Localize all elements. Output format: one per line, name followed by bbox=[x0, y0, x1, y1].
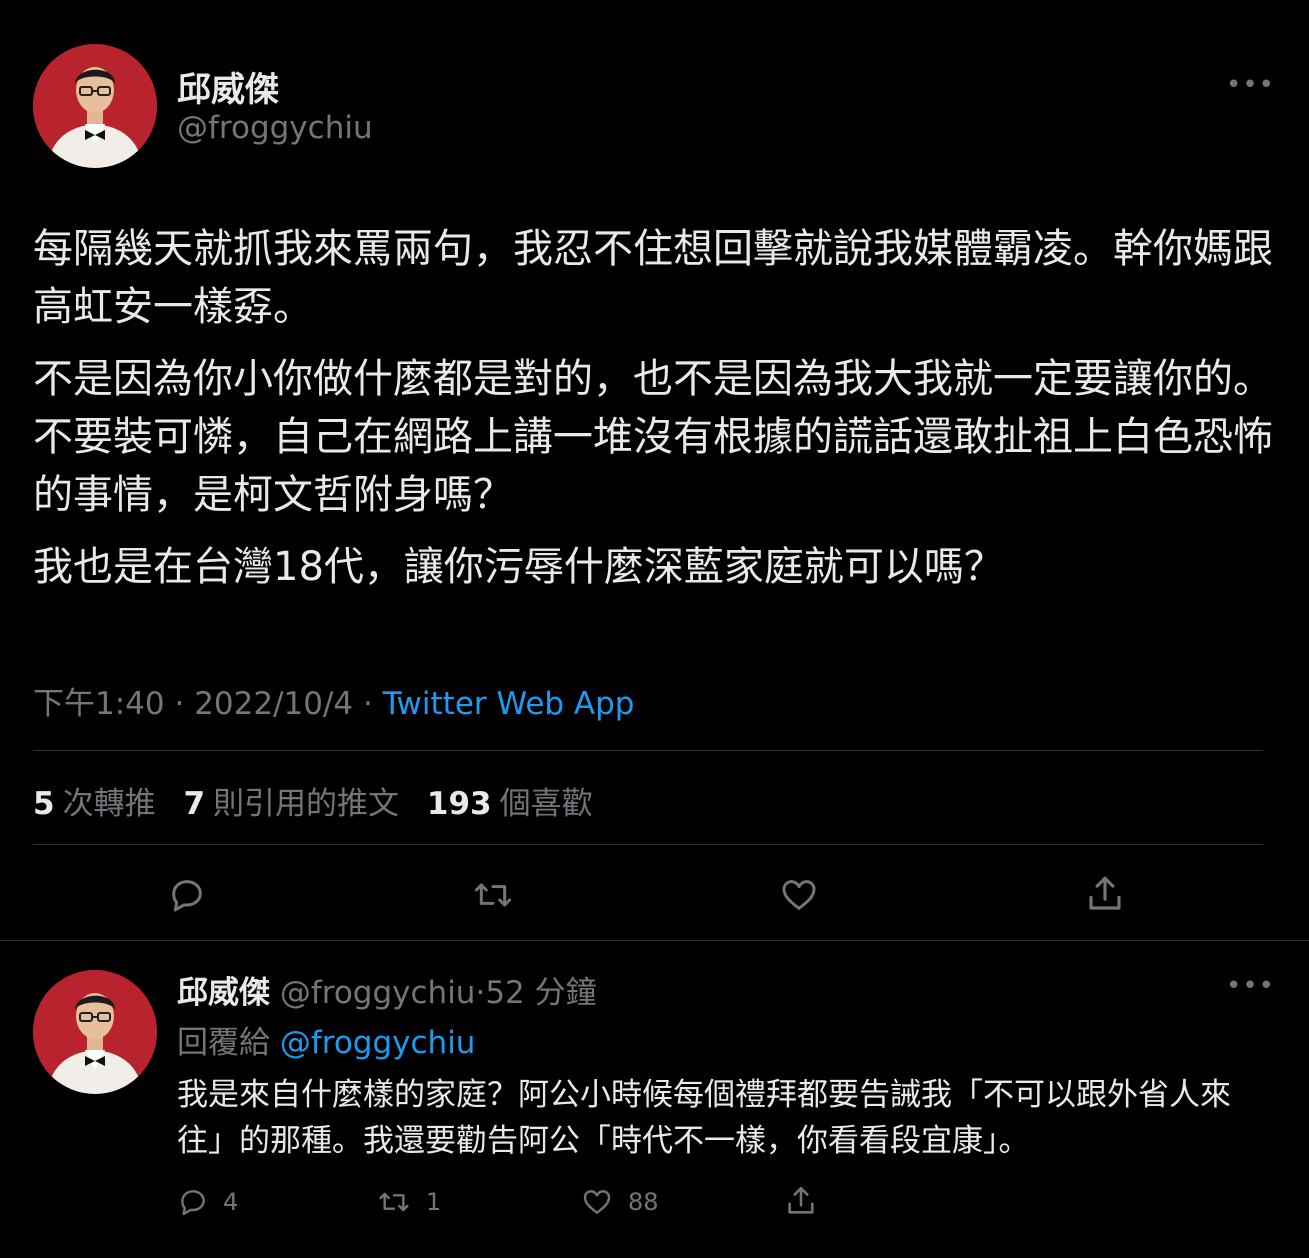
retweet-count: 1 bbox=[426, 1188, 442, 1216]
reply-count: 4 bbox=[223, 1188, 239, 1216]
author-handle[interactable]: @froggychiu bbox=[177, 110, 373, 146]
author-name[interactable]: 邱威傑 bbox=[177, 62, 279, 111]
avatar-image bbox=[33, 970, 157, 1094]
avatar[interactable] bbox=[33, 44, 157, 168]
like-count: 88 bbox=[628, 1188, 659, 1216]
avatar-image bbox=[33, 44, 157, 168]
reply-time[interactable]: 52 分鐘 bbox=[485, 975, 596, 1011]
tweet-meta: 下午1:40 · 2022/10/4 · Twitter Web App bbox=[33, 678, 635, 723]
retweets-count: 5 bbox=[33, 786, 55, 822]
quotes-label: 則引用的推文 bbox=[213, 786, 400, 822]
like-action[interactable]: 88 bbox=[580, 1186, 659, 1218]
tweet-time[interactable]: 下午1:40 bbox=[33, 686, 165, 722]
tweet-paragraph: 我也是在台灣18代，讓你污辱什麼深藍家庭就可以嗎？ bbox=[33, 544, 1004, 590]
likes-label: 個喜歡 bbox=[499, 786, 593, 822]
retweets-label: 次轉推 bbox=[62, 786, 156, 822]
quotes-stat[interactable]: 7 則引用的推文 bbox=[183, 786, 399, 822]
retweet-icon bbox=[379, 1192, 409, 1212]
retweets-stat[interactable]: 5 次轉推 bbox=[33, 786, 156, 822]
reply-bubble-icon[interactable] bbox=[167, 875, 207, 915]
meta-separator: · bbox=[475, 975, 486, 1011]
divider bbox=[33, 844, 1263, 845]
share-icon bbox=[788, 1186, 814, 1214]
meta-separator: · bbox=[174, 686, 185, 722]
more-horizontal-icon[interactable]: ••• bbox=[1226, 973, 1275, 999]
quotes-count: 7 bbox=[183, 786, 206, 822]
replying-to-handle[interactable]: @froggychiu bbox=[280, 1025, 476, 1061]
tweet-stats: 5 次轉推 7 則引用的推文 193 個喜歡 bbox=[33, 778, 611, 823]
retweet-action[interactable]: 1 bbox=[376, 1186, 441, 1218]
tweet-date[interactable]: 2022/10/4 bbox=[194, 686, 353, 722]
replying-to-label: 回覆給 bbox=[177, 1025, 270, 1061]
share-icon[interactable] bbox=[1084, 873, 1126, 915]
avatar[interactable] bbox=[33, 970, 157, 1094]
divider bbox=[33, 750, 1263, 751]
reply-header: 邱威傑 @froggychiu·52 分鐘 bbox=[177, 967, 597, 1012]
heart-icon bbox=[583, 1190, 611, 1214]
reply-bubble-icon bbox=[181, 1190, 205, 1216]
tweet-paragraph: 不是因為你小你做什麼都是對的，也不是因為我大我就一定要讓你的。不要裝可憐，自己在… bbox=[33, 356, 1273, 518]
tweet-source[interactable]: Twitter Web App bbox=[383, 686, 635, 722]
divider bbox=[0, 940, 1309, 941]
tweet-body: 每隔幾天就抓我來罵兩句，我忍不住想回擊就說我媒體霸凌。幹你媽跟高虹安一樣孬。 不… bbox=[33, 220, 1273, 610]
reply-body: 我是來自什麼樣的家庭？阿公小時候每個禮拜都要告誡我「不可以跟外省人來往」的那種。… bbox=[177, 1077, 1231, 1159]
meta-separator: · bbox=[363, 686, 373, 722]
more-horizontal-icon[interactable]: ••• bbox=[1226, 72, 1275, 98]
reply-action[interactable]: 4 bbox=[177, 1186, 238, 1218]
likes-stat[interactable]: 193 個喜歡 bbox=[427, 786, 593, 822]
tweet-paragraph: 每隔幾天就抓我來罵兩句，我忍不住想回擊就說我媒體霸凌。幹你媽跟高虹安一樣孬。 bbox=[33, 226, 1273, 330]
share-action[interactable] bbox=[784, 1184, 818, 1218]
author-handle[interactable]: @froggychiu bbox=[280, 975, 476, 1011]
likes-count: 193 bbox=[426, 786, 492, 822]
retweet-icon[interactable] bbox=[472, 875, 514, 915]
replying-to: 回覆給 @froggychiu bbox=[177, 1017, 475, 1062]
heart-icon[interactable] bbox=[778, 875, 820, 915]
author-name[interactable]: 邱威傑 bbox=[177, 975, 270, 1011]
